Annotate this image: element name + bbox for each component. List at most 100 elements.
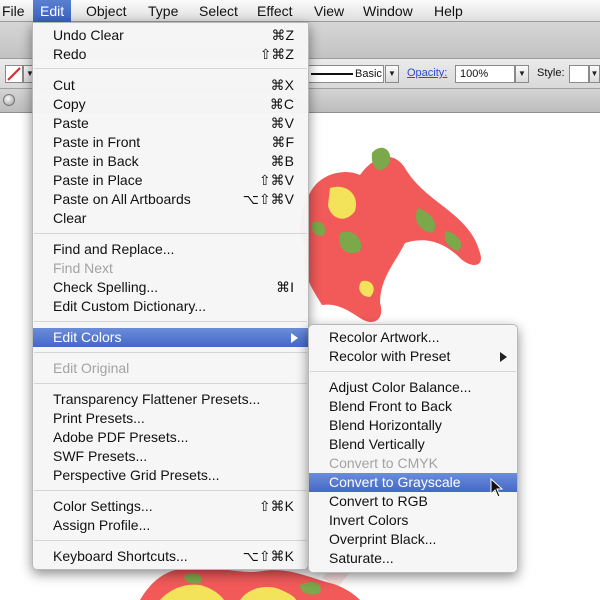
menu-item-copy[interactable]: Copy ⌘C — [33, 95, 308, 114]
dragon-head — [300, 147, 481, 323]
menu-item-keyboard-shortcuts[interactable]: Keyboard Shortcuts... ⌥⇧⌘K — [33, 547, 308, 566]
menu-item-paste-in-front[interactable]: Paste in Front ⌘F — [33, 133, 308, 152]
menu-item-invert-colors[interactable]: Invert Colors — [309, 511, 517, 530]
menu-item-paste-in-back[interactable]: Paste in Back ⌘B — [33, 152, 308, 171]
menu-item-swf-presets[interactable]: SWF Presets... — [33, 447, 308, 466]
menu-type[interactable]: Type — [148, 0, 178, 22]
menu-item-label: Copy — [53, 96, 86, 112]
menu-item-label: Convert to CMYK — [329, 455, 438, 471]
menu-item-blend-front-to-back[interactable]: Blend Front to Back — [309, 397, 517, 416]
close-document-icon[interactable] — [3, 94, 15, 106]
menu-separator — [34, 383, 307, 384]
menu-item-label: Color Settings... — [53, 498, 153, 514]
menu-item-label: Paste on All Artboards — [53, 191, 191, 207]
menu-item-recolor-with-preset[interactable]: Recolor with Preset — [309, 347, 517, 366]
style-label: Style: — [537, 67, 565, 79]
opacity-dropdown-arrow[interactable]: ▼ — [515, 65, 529, 83]
menu-item-saturate[interactable]: Saturate... — [309, 549, 517, 568]
menu-item-convert-to-grayscale[interactable]: Convert to Grayscale — [309, 473, 517, 492]
edit-colors-submenu: Recolor Artwork... Recolor with Preset A… — [308, 324, 518, 573]
menu-item-label: Convert to RGB — [329, 493, 428, 509]
style-dropdown-arrow[interactable]: ▼ — [589, 65, 600, 83]
stroke-style-label: Basic — [355, 68, 382, 80]
menu-item-label: Blend Vertically — [329, 436, 425, 452]
edit-menu: Undo Clear ⌘Z Redo ⇧⌘Z Cut ⌘X Copy ⌘C Paste ⌘… — [32, 22, 309, 570]
menu-item-clear[interactable]: Clear — [33, 209, 308, 228]
menu-item-color-settings[interactable]: Color Settings... ⇧⌘K — [33, 497, 308, 516]
menu-item-convert-to-rgb[interactable]: Convert to RGB — [309, 492, 517, 511]
menu-item-overprint-black[interactable]: Overprint Black... — [309, 530, 517, 549]
stroke-line-preview — [311, 73, 353, 75]
menu-item-shortcut: ⌘B — [270, 153, 294, 169]
menu-item-shortcut: ⇧⌘V — [258, 172, 294, 188]
fill-swatch[interactable] — [5, 65, 23, 83]
stroke-style-dropdown-arrow[interactable]: ▼ — [385, 65, 399, 83]
menu-item-label: Overprint Black... — [329, 531, 437, 547]
menu-separator — [34, 68, 307, 69]
menu-item-label: Invert Colors — [329, 512, 409, 528]
menu-item-label: Adjust Color Balance... — [329, 379, 472, 395]
menu-item-find-and-replace[interactable]: Find and Replace... — [33, 240, 308, 259]
menu-item-shortcut: ⌘F — [271, 134, 294, 150]
menu-item-shortcut: ⌥⇧⌘V — [242, 191, 294, 207]
menu-item-label: Keyboard Shortcuts... — [53, 548, 188, 564]
menu-edit[interactable]: Edit — [33, 0, 72, 22]
menu-item-shortcut: ⌥⇧⌘K — [242, 548, 294, 564]
menu-item-adjust-color-balance[interactable]: Adjust Color Balance... — [309, 378, 517, 397]
menu-item-label: Convert to Grayscale — [329, 474, 461, 490]
submenu-arrow-icon — [500, 352, 507, 362]
menu-object[interactable]: Object — [86, 0, 126, 22]
menu-item-shortcut: ⌘X — [270, 77, 294, 93]
menu-item-shortcut: ⌘V — [270, 115, 294, 131]
opacity-link[interactable]: Opacity: — [407, 67, 447, 79]
menu-item-cut[interactable]: Cut ⌘X — [33, 76, 308, 95]
menu-item-label: Transparency Flattener Presets... — [53, 391, 261, 407]
menu-item-paste-in-place[interactable]: Paste in Place ⇧⌘V — [33, 171, 308, 190]
menu-item-print-presets[interactable]: Print Presets... — [33, 409, 308, 428]
menu-item-paste-on-all-artboards[interactable]: Paste on All Artboards ⌥⇧⌘V — [33, 190, 308, 209]
menu-separator — [34, 321, 307, 322]
menu-item-label: Edit Custom Dictionary... — [53, 298, 207, 314]
menu-item-label: Redo — [53, 46, 87, 62]
menu-separator — [34, 490, 307, 491]
menu-file[interactable]: File — [0, 0, 27, 22]
menu-item-find-next: Find Next — [33, 259, 308, 278]
menu-item-label: Perspective Grid Presets... — [53, 467, 220, 483]
menu-window[interactable]: Window — [363, 0, 413, 22]
menu-item-label: Print Presets... — [53, 410, 145, 426]
menu-item-transparency-flattener-presets[interactable]: Transparency Flattener Presets... — [33, 390, 308, 409]
menu-item-blend-vertically[interactable]: Blend Vertically — [309, 435, 517, 454]
menu-item-paste[interactable]: Paste ⌘V — [33, 114, 308, 133]
menu-item-label: Recolor Artwork... — [329, 329, 440, 345]
stroke-style-box[interactable]: Basic — [308, 65, 384, 83]
menu-item-adobe-pdf-presets[interactable]: Adobe PDF Presets... — [33, 428, 308, 447]
menu-item-label: SWF Presets... — [53, 448, 148, 464]
menu-item-label: Find and Replace... — [53, 241, 175, 257]
menu-item-edit-colors[interactable]: Edit Colors — [33, 328, 308, 347]
menu-item-shortcut: ⌘I — [276, 279, 294, 295]
menu-item-check-spelling[interactable]: Check Spelling... ⌘I — [33, 278, 308, 297]
menu-view[interactable]: View — [314, 0, 344, 22]
menu-item-assign-profile[interactable]: Assign Profile... — [33, 516, 308, 535]
menu-item-label: Edit Colors — [53, 329, 122, 345]
no-fill-icon — [7, 67, 21, 81]
menu-item-perspective-grid-presets[interactable]: Perspective Grid Presets... — [33, 466, 308, 485]
menu-item-label: Adobe PDF Presets... — [53, 429, 189, 445]
menu-item-label: Paste in Back — [53, 153, 139, 169]
menu-item-label: Blend Horizontally — [329, 417, 442, 433]
menu-item-label: Saturate... — [329, 550, 394, 566]
mouse-pointer-icon — [490, 478, 504, 498]
menu-item-edit-custom-dictionary[interactable]: Edit Custom Dictionary... — [33, 297, 308, 316]
menu-item-blend-horizontally[interactable]: Blend Horizontally — [309, 416, 517, 435]
style-swatch[interactable] — [569, 65, 589, 83]
menu-item-redo[interactable]: Redo ⇧⌘Z — [33, 45, 308, 64]
opacity-input[interactable]: 100% — [455, 65, 515, 83]
menu-item-undo-clear[interactable]: Undo Clear ⌘Z — [33, 26, 308, 45]
menu-effect[interactable]: Effect — [257, 0, 293, 22]
menu-item-label: Blend Front to Back — [329, 398, 452, 414]
menu-help[interactable]: Help — [434, 0, 463, 22]
menu-bar: File Edit Object Type Select Effect View… — [0, 0, 600, 22]
menu-item-shortcut: ⌘Z — [271, 27, 294, 43]
menu-item-recolor-artwork[interactable]: Recolor Artwork... — [309, 328, 517, 347]
menu-select[interactable]: Select — [199, 0, 238, 22]
